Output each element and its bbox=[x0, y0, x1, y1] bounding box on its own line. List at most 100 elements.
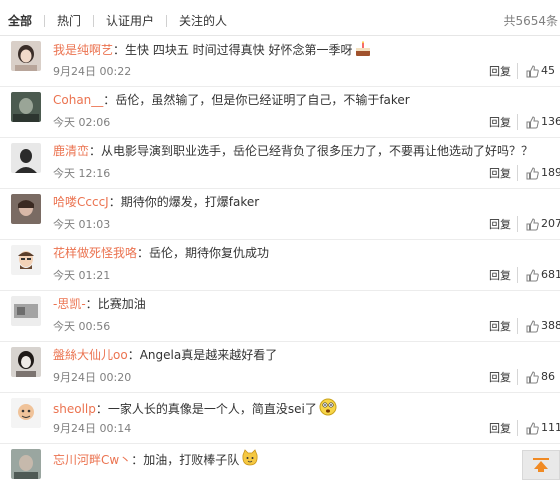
comment-timestamp: 今天 01:21 bbox=[53, 269, 111, 282]
reply-button[interactable]: 回复 bbox=[489, 422, 511, 436]
comment-separator: ： bbox=[137, 246, 150, 260]
reply-button[interactable]: 回复 bbox=[489, 116, 511, 130]
comment-separator: ： bbox=[85, 297, 98, 311]
thumbs-up-icon bbox=[526, 268, 539, 281]
reply-button[interactable]: 回复 bbox=[489, 320, 511, 334]
comment-line: 我是纯啊艺：生快 四块五 时间过得真快 好怀念第一季呀 bbox=[53, 41, 372, 58]
like-count: 45 bbox=[541, 64, 555, 77]
comment-item: Cohan__：岳伦，虽然输了，但是你已经证明了自己，不输于faker 今天 02… bbox=[0, 87, 560, 138]
like-button[interactable]: 681 bbox=[517, 267, 560, 283]
comment-separator: ： bbox=[131, 453, 144, 467]
thumbs-up-icon bbox=[526, 319, 539, 332]
comment-timestamp: 9月24日 00:22 bbox=[53, 65, 132, 78]
cat-face-icon bbox=[242, 449, 258, 466]
comment-item: 花样做死怪我咯：岳伦，期待你复仇成功今天 01:21 回复 681 bbox=[0, 240, 560, 291]
like-button[interactable]: 189 bbox=[517, 165, 560, 181]
like-button[interactable]: 86 bbox=[517, 369, 555, 385]
comment-separator: ： bbox=[103, 93, 116, 107]
avatar-image bbox=[11, 92, 41, 122]
comment-username[interactable]: 花样做死怪我咯 bbox=[53, 246, 137, 260]
avatar-image bbox=[11, 245, 41, 275]
comment-text: Angela真是越来越好看了 bbox=[139, 348, 278, 362]
comment-username[interactable]: 哈喽CcccJ bbox=[53, 195, 109, 209]
like-count: 388 bbox=[541, 319, 560, 332]
avatar[interactable] bbox=[11, 398, 41, 428]
avatar[interactable] bbox=[11, 143, 41, 173]
comment-item: 盤絲大仙儿oo：Angela真是越来越好看了 9月24日 00:20 回复 86 bbox=[0, 342, 560, 393]
like-button[interactable]: 388 bbox=[517, 318, 560, 334]
reply-button[interactable]: 回复 bbox=[489, 371, 511, 385]
tab-divider bbox=[166, 15, 168, 27]
avatar[interactable] bbox=[11, 245, 41, 275]
like-button[interactable]: 1369 bbox=[517, 114, 560, 130]
comment-text: 岳伦，期待你复仇成功 bbox=[149, 246, 270, 260]
comment-text: 比赛加油 bbox=[97, 297, 146, 311]
like-count: 189 bbox=[541, 166, 560, 179]
tab-verified-users[interactable]: 认证用户 bbox=[106, 14, 154, 28]
comment-username[interactable]: -思凯- bbox=[53, 297, 86, 311]
like-button[interactable]: 111 bbox=[517, 420, 560, 436]
avatar-image bbox=[11, 449, 41, 479]
comment-line: 哈喽CcccJ：期待你的爆发，打爆faker bbox=[53, 194, 259, 210]
cake-icon bbox=[356, 41, 371, 56]
scroll-to-top-button[interactable] bbox=[522, 450, 560, 480]
tab-divider bbox=[93, 15, 95, 27]
comment-text: 一家人长的真像是一个人，简直没sei了 bbox=[107, 402, 317, 416]
comment-username[interactable]: 鹿清峦 bbox=[53, 144, 89, 158]
avatar[interactable] bbox=[11, 92, 41, 122]
comment-line: sheollp：一家人长的真像是一个人，简直没sei了 bbox=[53, 398, 337, 417]
like-count: 1369 bbox=[541, 115, 560, 128]
like-count: 111 bbox=[541, 421, 560, 434]
like-button[interactable]: 45 bbox=[517, 63, 555, 79]
reply-button[interactable]: 回复 bbox=[489, 65, 511, 79]
tab-hot[interactable]: 热门 bbox=[57, 14, 81, 28]
comment-item: 鹿清峦：从电影导演到职业选手，岳伦已经背负了很多压力了，不要再让他选动了好吗？？… bbox=[0, 138, 560, 189]
arrow-up-icon bbox=[533, 458, 549, 472]
comment-username[interactable]: Cohan__ bbox=[53, 93, 103, 107]
comment-text: 期待你的爆发，打爆faker bbox=[120, 195, 260, 209]
comment-separator: ： bbox=[108, 195, 121, 209]
comment-username[interactable]: 忘川河畔Cw丶 bbox=[53, 453, 131, 467]
comment-text: 加油，打败棒子队 bbox=[143, 453, 240, 467]
avatar[interactable] bbox=[11, 347, 41, 377]
thumbs-up-icon bbox=[526, 370, 539, 383]
avatar-image bbox=[11, 143, 41, 173]
comment-line: 忘川河畔Cw丶：加油，打败棒子队 bbox=[53, 449, 259, 468]
comment-username[interactable]: 盤絲大仙儿oo bbox=[53, 348, 128, 362]
comment-item: 忘川河畔Cw丶：加油，打败棒子队 bbox=[0, 444, 560, 495]
avatar-image bbox=[11, 347, 41, 377]
comment-timestamp: 9月24日 00:20 bbox=[53, 371, 132, 384]
like-button[interactable]: 2073 bbox=[517, 216, 560, 232]
comment-username[interactable]: sheollp bbox=[53, 402, 96, 416]
reply-button[interactable]: 回复 bbox=[489, 218, 511, 232]
avatar-image bbox=[11, 41, 41, 71]
avatar-image bbox=[11, 296, 41, 326]
reply-button[interactable]: 回复 bbox=[489, 167, 511, 181]
like-count: 86 bbox=[541, 370, 555, 383]
reply-button[interactable]: 回复 bbox=[489, 269, 511, 283]
filter-bar: 全部 热门 认证用户 关注的人 共5654条 bbox=[0, 0, 560, 36]
avatar[interactable] bbox=[11, 41, 41, 71]
shocked-face-icon bbox=[319, 398, 337, 416]
avatar[interactable] bbox=[11, 449, 41, 479]
comment-username[interactable]: 我是纯啊艺 bbox=[53, 43, 113, 57]
comment-line: Cohan__：岳伦，虽然输了，但是你已经证明了自己，不输于faker bbox=[53, 92, 410, 108]
comment-separator: ： bbox=[113, 43, 126, 57]
thumbs-up-icon bbox=[526, 166, 539, 179]
comment-item: 哈喽CcccJ：期待你的爆发，打爆faker 今天 01:03 回复 2073 bbox=[0, 189, 560, 240]
comment-timestamp: 今天 00:56 bbox=[53, 320, 111, 333]
comment-timestamp: 今天 02:06 bbox=[53, 116, 111, 129]
like-count: 681 bbox=[541, 268, 560, 281]
tab-all[interactable]: 全部 bbox=[8, 14, 32, 28]
avatar[interactable] bbox=[11, 194, 41, 224]
comment-item: 我是纯啊艺：生快 四块五 时间过得真快 好怀念第一季呀 9月24日 00:22 回复… bbox=[0, 36, 560, 87]
avatar-image bbox=[11, 398, 41, 428]
comment-timestamp: 今天 01:03 bbox=[53, 218, 111, 231]
tab-divider bbox=[44, 15, 46, 27]
avatar[interactable] bbox=[11, 296, 41, 326]
comment-separator: ： bbox=[95, 402, 108, 416]
thumbs-up-icon bbox=[526, 217, 539, 230]
tab-following[interactable]: 关注的人 bbox=[179, 14, 227, 28]
comment-timestamp: 今天 12:16 bbox=[53, 167, 111, 180]
comment-separator: ： bbox=[127, 348, 140, 362]
